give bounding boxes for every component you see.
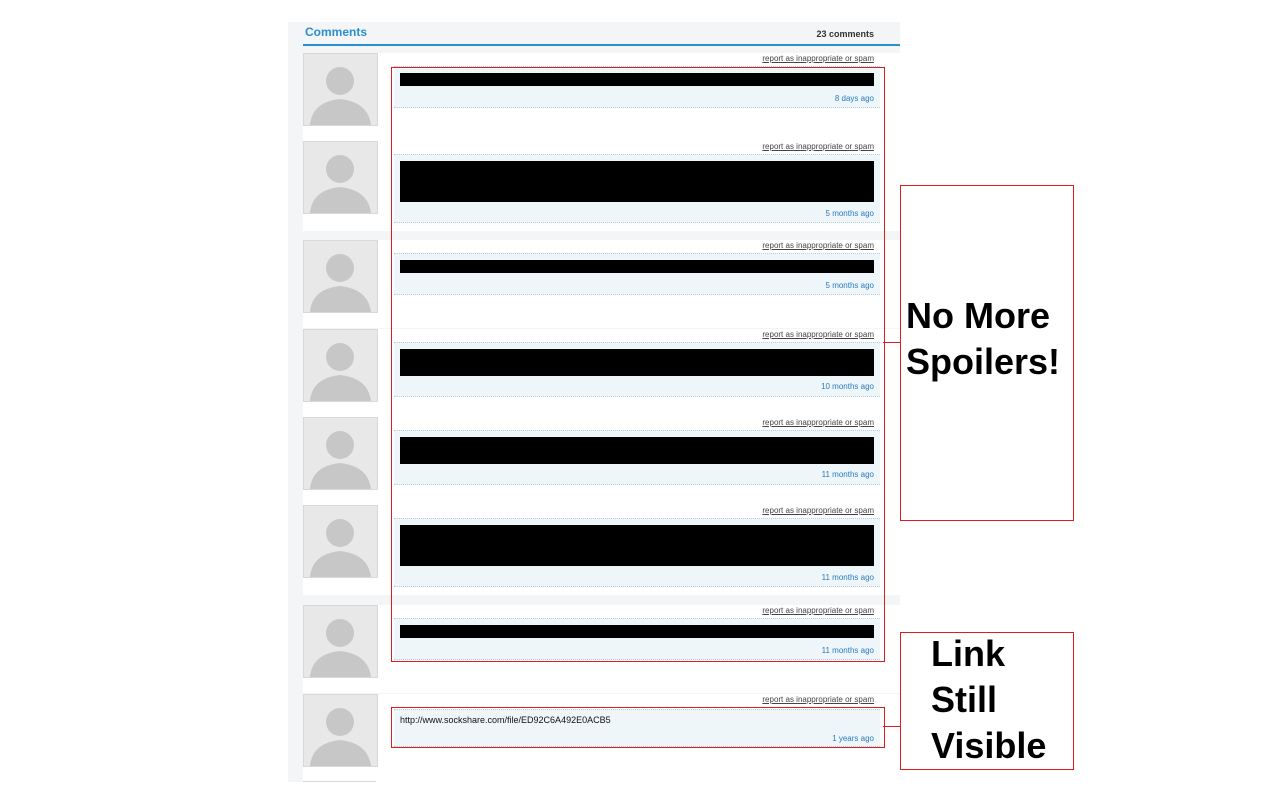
avatar-icon: [303, 53, 378, 126]
annotation-link-line3: Visible: [931, 725, 1047, 766]
avatar-icon: [303, 505, 378, 578]
avatar-icon: [303, 329, 378, 402]
visible-link-highlight: [391, 707, 885, 748]
annotation-link-line2: Still: [931, 679, 998, 720]
comments-header: Comments 23 comments: [303, 22, 900, 46]
avatar-icon: [303, 240, 378, 313]
annotation-connector: [883, 342, 901, 343]
annotation-spoilers-line1: No More: [906, 295, 1050, 336]
avatar-edge: [303, 781, 376, 782]
avatar-icon: [303, 605, 378, 678]
avatar-icon: [303, 141, 378, 214]
avatar-icon: [303, 694, 378, 767]
report-spam-link[interactable]: report as inappropriate or spam: [762, 54, 874, 63]
avatar-icon: [303, 417, 378, 490]
annotation-link-line1: Link: [931, 633, 1006, 674]
report-spam-link[interactable]: report as inappropriate or spam: [762, 695, 874, 704]
redacted-comments-highlight: [391, 67, 885, 662]
annotation-connector: [883, 726, 901, 727]
annotation-spoilers-line2: Spoilers!: [906, 341, 1061, 382]
comments-title: Comments: [305, 25, 368, 39]
comments-count: 23 comments: [816, 29, 874, 39]
